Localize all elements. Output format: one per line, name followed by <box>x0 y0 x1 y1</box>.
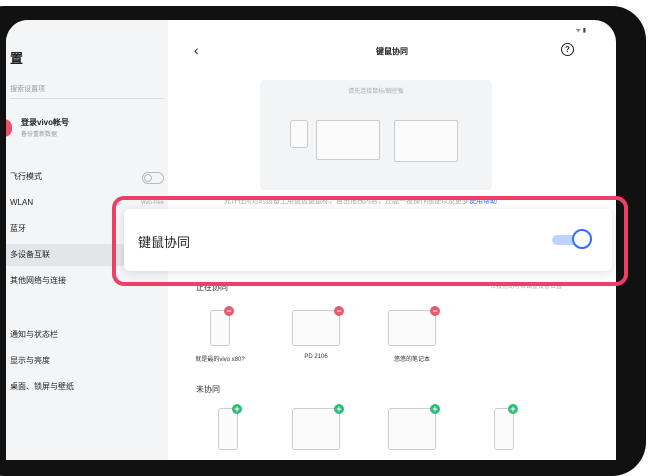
phone-icon: − <box>210 306 234 346</box>
device-card[interactable]: − PD 2106 <box>286 306 346 360</box>
phone-icon: + <box>494 404 518 450</box>
laptop-icon: − <box>388 306 440 346</box>
sidebar-item-label: WLAN <box>10 198 34 207</box>
status-time: 0 <box>8 24 12 31</box>
monitor-illustration <box>394 120 458 162</box>
sidebar-item-label: 蓝牙 <box>10 224 26 233</box>
remove-icon[interactable]: − <box>224 306 234 316</box>
sidebar-item-notifications[interactable]: 通知与状态栏 <box>6 324 168 346</box>
device-card[interactable]: − 悠悠的笔记本 <box>382 306 442 363</box>
airplane-mode-toggle[interactable] <box>142 172 164 184</box>
tablet-icon: + <box>292 404 344 450</box>
sidebar-item-desktop[interactable]: 桌面、锁屏与壁纸 <box>6 376 168 398</box>
illustration-tip: 请先连接鼠标/触控板 <box>348 89 404 95</box>
available-device-card[interactable]: + <box>198 404 258 450</box>
remove-icon[interactable]: − <box>334 306 344 316</box>
sidebar-item-label: 其他网络与连接 <box>10 276 66 285</box>
sidebar-item-airplane-mode[interactable]: 飞行模式 <box>6 166 168 188</box>
remove-icon[interactable]: − <box>430 306 440 316</box>
sidebar-item-display[interactable]: 显示与亮度 <box>6 350 168 372</box>
toggle-knob <box>572 229 592 249</box>
add-icon[interactable]: + <box>430 404 440 414</box>
account-entry[interactable]: 登录vivo帐号 备份重新数据 <box>6 115 168 151</box>
sidebar-item-label: 飞行模式 <box>10 172 42 181</box>
available-device-card[interactable]: + <box>286 404 346 450</box>
illustration: 请先连接鼠标/触控板 <box>260 80 492 190</box>
sidebar-item-label: 通知与状态栏 <box>10 330 58 339</box>
sidebar-title: 置 <box>10 51 24 66</box>
laptop-icon: + <box>388 404 440 450</box>
available-device-card[interactable]: + <box>474 404 534 450</box>
device-name: 就是最的vivo x80? <box>195 357 245 363</box>
device-card[interactable]: − 就是最的vivo x80? <box>190 306 250 363</box>
add-icon[interactable]: + <box>334 404 344 414</box>
page-title: 键鼠协同 <box>376 47 408 56</box>
sidebar-item-label: 显示与亮度 <box>10 356 50 365</box>
available-device-card[interactable]: + <box>382 404 442 450</box>
device-name: 悠悠的笔记本 <box>393 357 430 363</box>
status-icons: ᯤ ▮ <box>575 28 586 34</box>
sidebar-item-label: 多设备互联 <box>10 250 50 259</box>
account-subtitle: 备份重新数据 <box>21 132 58 138</box>
keyboard-mouse-sync-toggle[interactable] <box>552 229 592 251</box>
phone-illustration <box>290 120 308 148</box>
feature-toggle-card[interactable]: 键鼠协同 <box>124 209 612 271</box>
add-icon[interactable]: + <box>508 404 518 414</box>
search-input[interactable]: 搜索设置项 <box>10 82 164 99</box>
phone-icon: + <box>218 404 242 450</box>
sidebar-item-label: 桌面、锁屏与壁纸 <box>10 382 74 391</box>
feature-label: 键鼠协同 <box>138 235 191 250</box>
laptop-illustration <box>316 120 380 160</box>
account-name: 登录vivo帐号 <box>21 118 70 127</box>
help-icon[interactable]: ? <box>561 43 574 56</box>
avatar <box>6 119 12 137</box>
add-icon[interactable]: + <box>232 404 242 414</box>
not-sync-title: 未协同 <box>196 385 220 394</box>
device-name: PD 2106 <box>304 354 328 360</box>
tablet-icon: − <box>292 306 344 346</box>
